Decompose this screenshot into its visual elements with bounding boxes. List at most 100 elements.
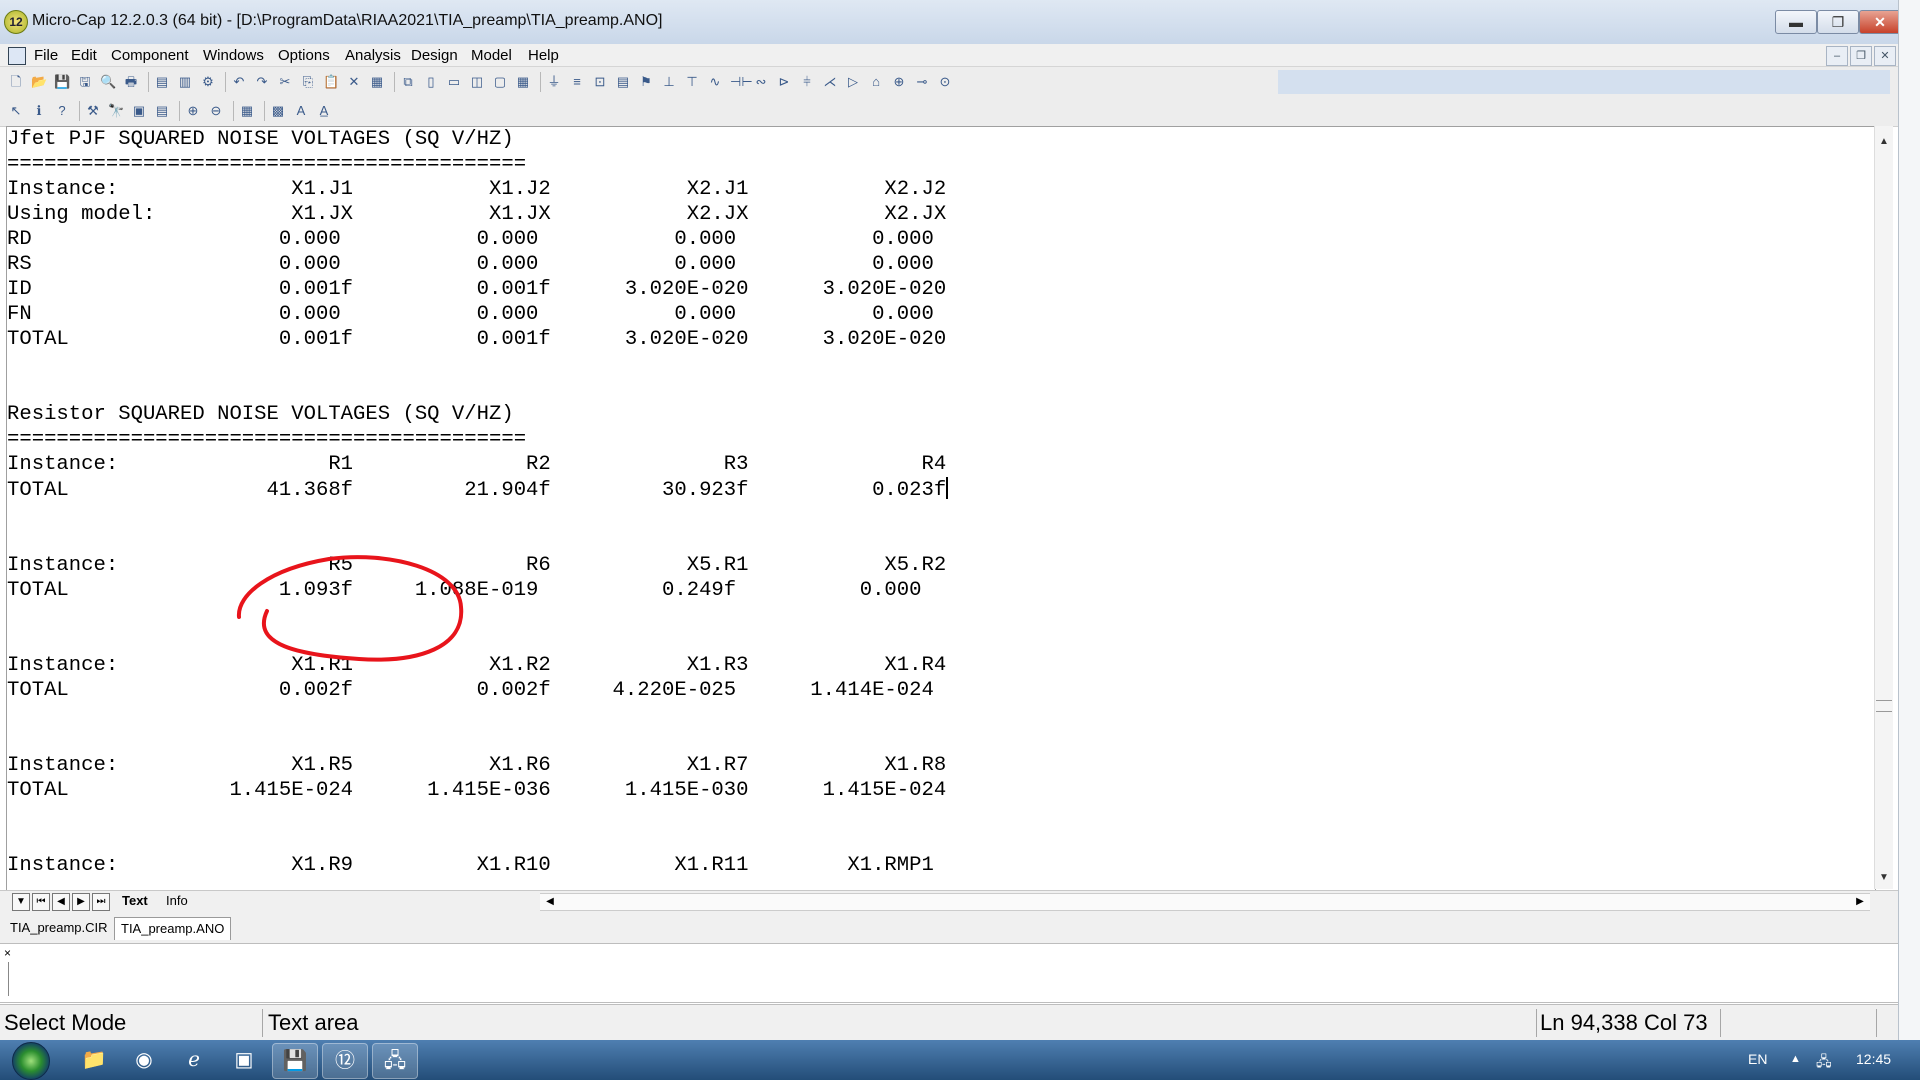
tab-text[interactable]: Text: [122, 893, 148, 908]
output-pane[interactable]: ×: [0, 944, 1898, 1003]
switch-icon[interactable]: ⊸: [914, 74, 930, 90]
redo-icon[interactable]: ↷: [254, 74, 270, 90]
text-style-icon[interactable]: A̲: [316, 103, 332, 119]
menu-edit[interactable]: Edit: [71, 47, 97, 64]
npn-icon[interactable]: ⋌: [822, 74, 838, 90]
inductor-icon[interactable]: ∾: [753, 74, 769, 90]
mdi-close-button[interactable]: ✕: [1874, 46, 1896, 66]
font-icon[interactable]: A: [293, 103, 309, 119]
network-drive-icon[interactable]: 🖧: [372, 1043, 418, 1079]
show-hidden-icons[interactable]: ▲: [1790, 1053, 1801, 1065]
paste-icon[interactable]: 📋: [323, 74, 339, 90]
window-split-icon[interactable]: ◫: [469, 74, 485, 90]
menu-windows[interactable]: Windows: [203, 47, 264, 64]
vertical-scrollbar[interactable]: ▲ ▼: [1874, 126, 1893, 889]
gate-icon[interactable]: ⌂: [868, 74, 884, 90]
find-icon[interactable]: 🔭: [108, 103, 124, 119]
copy-icon[interactable]: ⎘: [300, 74, 316, 90]
flag-icon[interactable]: ⚑: [638, 74, 654, 90]
scroll-up-arrow-icon[interactable]: ▲: [1876, 134, 1892, 150]
opamp-icon[interactable]: ▷: [845, 74, 861, 90]
bus-icon[interactable]: ≡: [569, 74, 585, 90]
diode-icon[interactable]: ⊳: [776, 74, 792, 90]
network-tray-icon[interactable]: 🖧: [1816, 1051, 1832, 1075]
first-page-icon[interactable]: ⏮: [32, 893, 50, 911]
ground-icon[interactable]: ⊤: [684, 74, 700, 90]
floppy-save-icon[interactable]: 💾: [272, 1043, 318, 1079]
tile-horizontal-icon[interactable]: ▭: [446, 74, 462, 90]
page-menu-dropdown-icon[interactable]: ▼: [12, 893, 30, 911]
scroll-down-arrow-icon[interactable]: ▼: [1876, 870, 1892, 886]
pin-icon[interactable]: ⊥: [661, 74, 677, 90]
help-icon[interactable]: ?: [54, 103, 70, 119]
attribute-icon[interactable]: ▣: [131, 103, 147, 119]
microcap-app-icon[interactable]: 12: [4, 10, 28, 34]
last-page-icon[interactable]: ⏭: [92, 893, 110, 911]
print-icon[interactable]: 🖶: [123, 74, 139, 90]
text-document[interactable]: Jfet PJF SQUARED NOISE VOLTAGES (SQ V/HZ…: [6, 126, 1876, 891]
tile-vertical-icon[interactable]: ▯: [423, 74, 439, 90]
next-page-icon[interactable]: ▶: [72, 893, 90, 911]
delete-icon[interactable]: ✕: [346, 74, 362, 90]
meter-icon[interactable]: ⊙: [937, 74, 953, 90]
explorer-icon[interactable]: 📁: [72, 1043, 116, 1077]
grid-text-icon[interactable]: ▤: [615, 74, 631, 90]
scroll-right-arrow-icon[interactable]: ▶: [1852, 894, 1868, 910]
mdi-minimize-button[interactable]: ‒: [1826, 46, 1848, 66]
clock[interactable]: 12:45: [1856, 1051, 1891, 1067]
tab-info[interactable]: Info: [166, 893, 188, 908]
layers-icon[interactable]: ⚙: [200, 74, 216, 90]
close-button[interactable]: ✕: [1859, 10, 1901, 34]
menu-component[interactable]: Component: [111, 47, 189, 64]
menu-options[interactable]: Options: [278, 47, 330, 64]
menu-help[interactable]: Help: [528, 47, 559, 64]
mdi-restore-button[interactable]: ❐: [1850, 46, 1872, 66]
print-preview-icon[interactable]: 🔍: [100, 74, 116, 90]
previous-page-icon[interactable]: ◀: [52, 893, 70, 911]
new-file-icon[interactable]: 🗋: [8, 74, 24, 90]
menu-file[interactable]: File: [34, 47, 58, 64]
select-all-icon[interactable]: ▦: [369, 74, 385, 90]
properties-icon[interactable]: ▤: [154, 74, 170, 90]
cut-icon[interactable]: ✂: [277, 74, 293, 90]
close-pane-icon[interactable]: ×: [4, 946, 11, 960]
calculator-icon[interactable]: ▦: [515, 74, 531, 90]
component-icon[interactable]: ▥: [177, 74, 193, 90]
text-icon[interactable]: ⊡: [592, 74, 608, 90]
window-full-icon[interactable]: ▢: [492, 74, 508, 90]
battery-icon[interactable]: ⫩: [799, 74, 815, 90]
display-icon[interactable]: ▤: [154, 103, 170, 119]
menu-model[interactable]: Model: [471, 47, 512, 64]
internet-explorer-icon[interactable]: ℯ: [172, 1043, 216, 1077]
input-language[interactable]: EN: [1748, 1051, 1767, 1067]
store-icon[interactable]: ▣: [222, 1043, 266, 1077]
window-cascade-icon[interactable]: ⧉: [400, 74, 416, 90]
noise-report-text[interactable]: Jfet PJF SQUARED NOISE VOLTAGES (SQ V/HZ…: [7, 127, 949, 878]
info-icon[interactable]: ℹ: [31, 103, 47, 119]
color-palette-icon[interactable]: ▩: [270, 103, 286, 119]
scroll-thumb[interactable]: [1876, 700, 1892, 712]
maximize-button[interactable]: ❐: [1817, 10, 1859, 34]
zoom-out-icon[interactable]: ⊖: [208, 103, 224, 119]
microcap-icon[interactable]: ⑫: [322, 1043, 368, 1079]
start-button[interactable]: [12, 1042, 50, 1080]
save-icon[interactable]: 💾: [54, 74, 70, 90]
chrome-icon[interactable]: ◉: [122, 1043, 166, 1077]
capacitor-icon[interactable]: ⊣⊢: [730, 74, 753, 90]
select-arrow-icon[interactable]: ↖: [8, 103, 24, 119]
resistor-icon[interactable]: ∿: [707, 74, 723, 90]
menu-analysis[interactable]: Analysis: [345, 47, 401, 64]
component-edit-icon[interactable]: ⚒: [85, 103, 101, 119]
document-menu-icon[interactable]: [8, 47, 26, 65]
grid-icon[interactable]: ▦: [239, 103, 255, 119]
source-icon[interactable]: ⊕: [891, 74, 907, 90]
save-all-icon[interactable]: 🖫: [77, 74, 93, 90]
open-folder-icon[interactable]: 📂: [31, 74, 47, 90]
minimize-button[interactable]: ▬: [1775, 10, 1817, 34]
tab-tia-preamp-ano[interactable]: TIA_preamp.ANO: [114, 917, 232, 940]
tab-tia-preamp-cir[interactable]: TIA_preamp.CIR: [4, 917, 114, 939]
undo-icon[interactable]: ↶: [231, 74, 247, 90]
horizontal-scrollbar[interactable]: ◀ ▶: [540, 893, 1870, 911]
menu-design[interactable]: Design: [411, 47, 458, 64]
wire-icon[interactable]: ⏚: [546, 74, 562, 90]
